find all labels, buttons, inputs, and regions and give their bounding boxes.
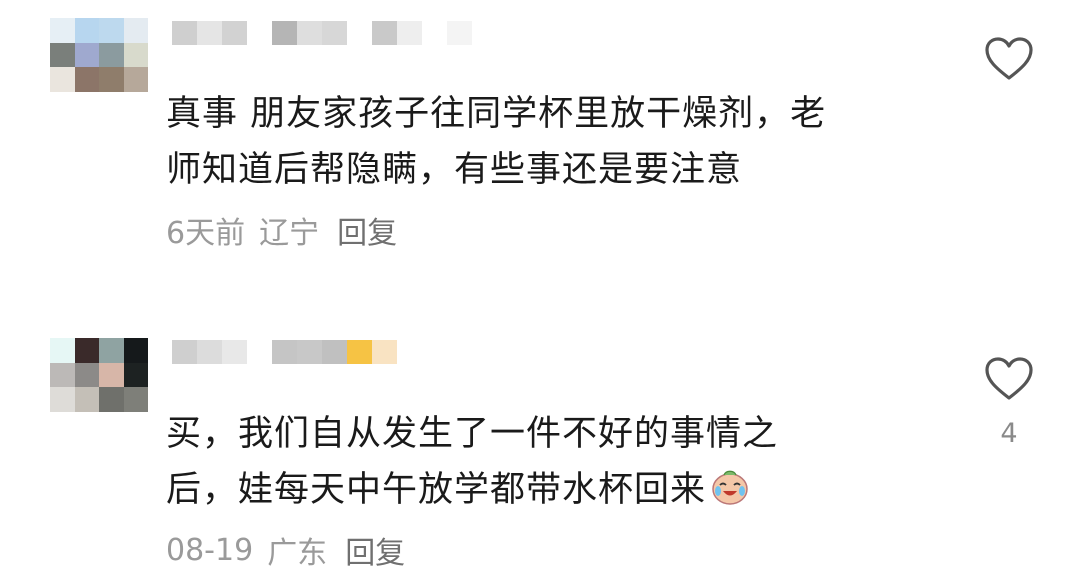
username-mosaic-cell [322, 340, 347, 364]
username-mosaic-cell [172, 340, 197, 364]
comment-meta: 08-19 广东 回复 [166, 528, 405, 572]
avatar-mosaic-cell [99, 387, 124, 412]
avatar-mosaic-cell [99, 362, 124, 388]
comment-location: 广东 [267, 536, 328, 571]
username-mosaic-cell [197, 340, 222, 364]
username-mosaic-cell [297, 340, 322, 364]
avatar-mosaic-cell [99, 338, 124, 363]
crying-laughing-emoji-icon [712, 470, 748, 505]
comment-text-line: 后，娃每天中午放学都带水杯回来 [166, 462, 926, 518]
like-count: 4 [1000, 418, 1018, 449]
avatar-mosaic-cell [123, 362, 148, 388]
username-mosaic-cell [272, 340, 297, 364]
comment-text: 买，我们自从发生了一件不好的事情之 后，娃每天中午放学都带水杯回来 [166, 406, 926, 518]
avatar-mosaic-cell [50, 338, 75, 363]
username-mosaic-cell [222, 340, 247, 364]
avatar[interactable] [50, 338, 148, 412]
username-mosaic-cell [347, 340, 372, 364]
username-mosaic-cell [397, 340, 422, 364]
comment-time: 08-19 [166, 532, 254, 568]
avatar-mosaic-cell [50, 387, 75, 412]
username-blurred[interactable] [172, 339, 422, 365]
avatar-mosaic-cell [74, 362, 99, 388]
comment-text-line: 买，我们自从发生了一件不好的事情之 [166, 414, 779, 454]
username-mosaic-cell [372, 340, 397, 364]
comment-text-segment: 后，娃每天中午放学都带水杯回来 [166, 470, 707, 510]
username-mosaic-cell [247, 340, 272, 364]
avatar-mosaic-cell [123, 387, 148, 412]
comment-item: 买，我们自从发生了一件不好的事情之 后，娃每天中午放学都带水杯回来 08-19 … [0, 0, 1080, 581]
reply-button[interactable]: 回复 [345, 528, 405, 572]
heart-icon[interactable] [984, 356, 1034, 402]
avatar-mosaic-cell [50, 362, 75, 388]
avatar-mosaic-cell [74, 338, 99, 363]
avatar-mosaic-cell [74, 387, 99, 412]
avatar-mosaic-cell [123, 338, 148, 363]
